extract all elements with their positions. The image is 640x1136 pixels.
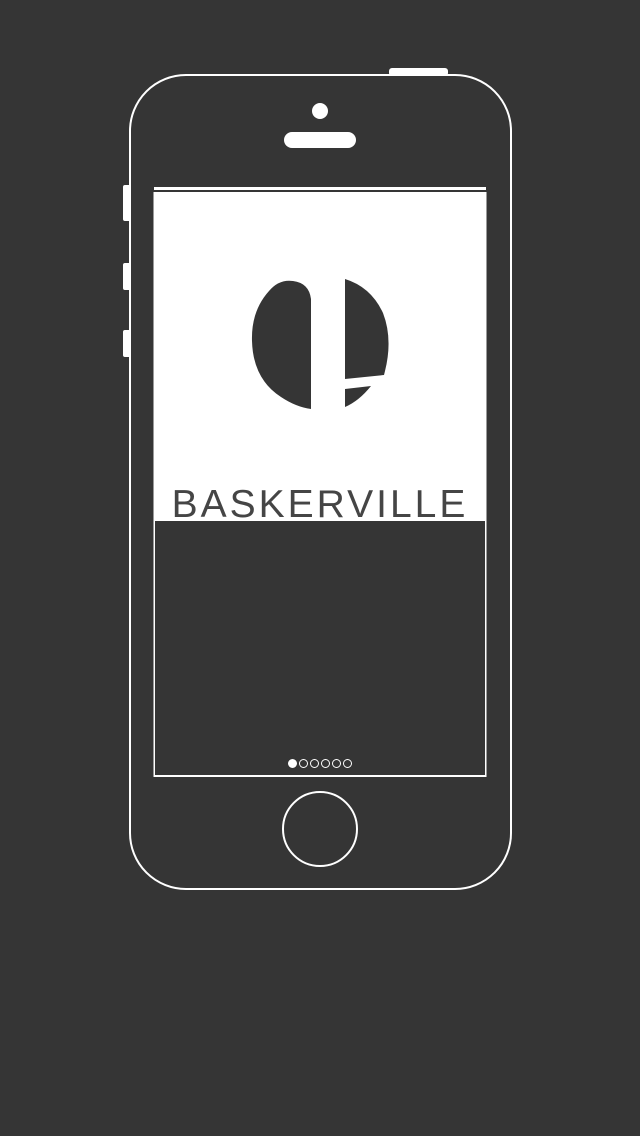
front-camera xyxy=(312,103,328,119)
page-dot[interactable] xyxy=(332,759,341,768)
page-dot[interactable] xyxy=(343,759,352,768)
brand-title: BASKERVILLE xyxy=(171,483,469,526)
content-area xyxy=(155,521,485,775)
splash-header: BASKERVILLE xyxy=(155,193,485,526)
logo-wedge xyxy=(345,386,371,407)
app-screen: BASKERVILLE xyxy=(155,193,485,775)
speaker-grille xyxy=(284,132,356,148)
status-bar-line xyxy=(154,187,486,190)
page-indicator[interactable] xyxy=(155,759,485,771)
logo-left-half xyxy=(251,280,311,409)
page-dot[interactable] xyxy=(288,759,297,768)
page-dot[interactable] xyxy=(299,759,308,768)
page-dot[interactable] xyxy=(321,759,330,768)
page-dot[interactable] xyxy=(310,759,319,768)
logo-right-half xyxy=(345,279,389,379)
baskerville-logo xyxy=(251,279,389,409)
